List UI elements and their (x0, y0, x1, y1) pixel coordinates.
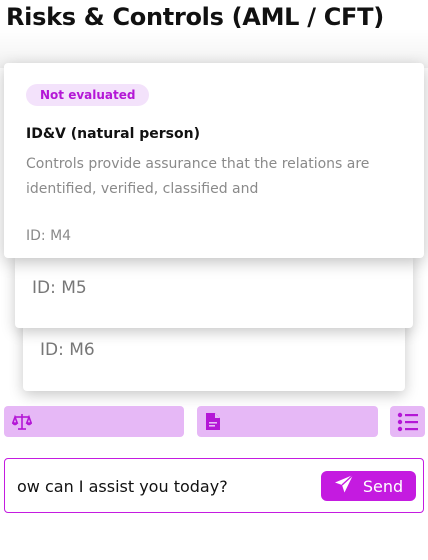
control-id: ID: M4 (26, 228, 72, 244)
control-card-m6[interactable]: ID: M6 (23, 318, 405, 391)
control-card-m5[interactable]: ID: M5 (15, 255, 413, 328)
chat-input-box: Send (4, 458, 424, 513)
list-icon (397, 412, 419, 432)
control-description: Controls provide assurance that the rela… (26, 156, 370, 197)
list-view-button[interactable] (390, 406, 425, 437)
control-id: ID: M6 (40, 340, 95, 360)
documents-tab-button[interactable] (197, 406, 378, 437)
header-shadow (0, 28, 428, 68)
document-icon (205, 412, 221, 431)
send-label: Send (362, 476, 404, 496)
send-button[interactable]: Send (321, 471, 416, 501)
control-title: ID&V (natural person) (26, 126, 200, 142)
scales-icon (12, 413, 32, 431)
chat-input[interactable] (17, 473, 307, 499)
control-card-m4[interactable]: Not evaluated ID&V (natural person) Cont… (4, 63, 424, 258)
control-id: ID: M5 (32, 278, 87, 298)
page-title: Risks & Controls (AML / CFT) (6, 3, 384, 31)
status-badge: Not evaluated (26, 84, 150, 106)
risks-tab-button[interactable] (4, 406, 184, 437)
send-icon (334, 474, 363, 498)
